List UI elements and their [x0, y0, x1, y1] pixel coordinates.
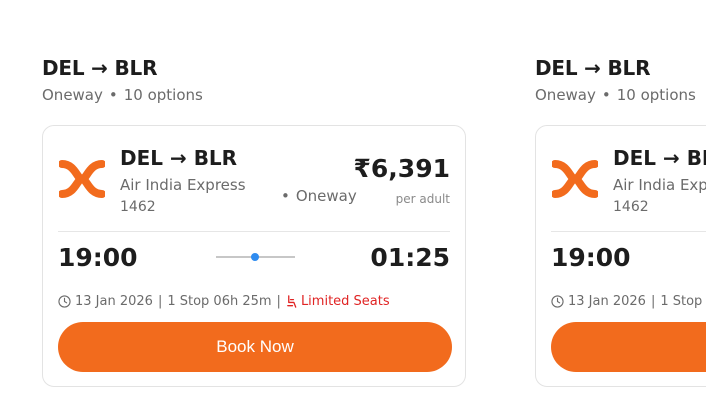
group-route-title: DEL → BLR	[535, 56, 651, 80]
options-count: 10 options	[616, 86, 696, 104]
flight-number: 1462	[613, 199, 649, 215]
results-carousel: DEL → BLR Oneway • 10 options DEL → BLR Ai…	[0, 0, 706, 400]
timeline-stop-dot	[251, 253, 259, 261]
meta-separator: |	[276, 294, 281, 309]
result-group-2: DEL → BLR Oneway • 10 options DEL → BL Air…	[535, 0, 706, 400]
flight-card[interactable]: DEL → BL Air India Exp 1462 19:00 13 Jan…	[535, 125, 706, 387]
departure-time: 19:00	[58, 243, 138, 272]
separator-dot: •	[108, 86, 118, 104]
group-subtitle: Oneway • 10 options	[535, 86, 696, 104]
flight-meta: 13 Jan 2026 | 1 Stop	[551, 294, 702, 309]
flight-timeline	[216, 253, 295, 261]
meta-separator: |	[157, 294, 163, 309]
fare-price: ₹6,391	[353, 154, 450, 183]
flight-date: 13 Jan 2026	[568, 294, 646, 309]
flight-stops: 1 Stop 06h 25m	[167, 294, 272, 309]
result-group-1: DEL → BLR Oneway • 10 options DEL → BLR Ai…	[42, 0, 482, 400]
separator-dot: •	[601, 86, 611, 104]
trip-type-label: Oneway	[535, 86, 596, 104]
flight-meta: 13 Jan 2026 | 1 Stop 06h 25m | Limited S…	[58, 294, 390, 309]
book-now-button[interactable]	[551, 322, 706, 372]
card-divider	[58, 231, 450, 232]
airline-name: Air India Express	[120, 176, 246, 194]
fare-unit: per adult	[395, 192, 450, 206]
group-subtitle: Oneway • 10 options	[42, 86, 203, 104]
seat-icon	[287, 295, 297, 308]
departure-time: 19:00	[551, 243, 631, 272]
card-divider	[551, 231, 706, 232]
arrival-time: 01:25	[370, 243, 450, 272]
clock-icon	[58, 295, 71, 308]
flight-stops: 1 Stop	[660, 294, 703, 309]
book-now-button[interactable]: Book Now	[58, 322, 452, 372]
airline-logo-icon	[59, 160, 105, 198]
card-route: DEL → BL	[613, 146, 706, 170]
card-route: DEL → BLR	[120, 146, 238, 170]
trip-type-label: Oneway	[42, 86, 103, 104]
meta-separator: |	[650, 294, 656, 309]
airline-name: Air India Exp	[613, 176, 706, 194]
group-route-title: DEL → BLR	[42, 56, 158, 80]
airline-logo-icon	[552, 160, 598, 198]
clock-icon	[551, 295, 564, 308]
options-count: 10 options	[123, 86, 203, 104]
flight-date: 13 Jan 2026	[75, 294, 153, 309]
card-trip-type: • Oneway	[281, 187, 357, 205]
flight-card[interactable]: DEL → BLR Air India Express 1462 • Oneway…	[42, 125, 466, 387]
limited-seats-label: Limited Seats	[300, 294, 390, 309]
flight-number: 1462	[120, 199, 156, 215]
